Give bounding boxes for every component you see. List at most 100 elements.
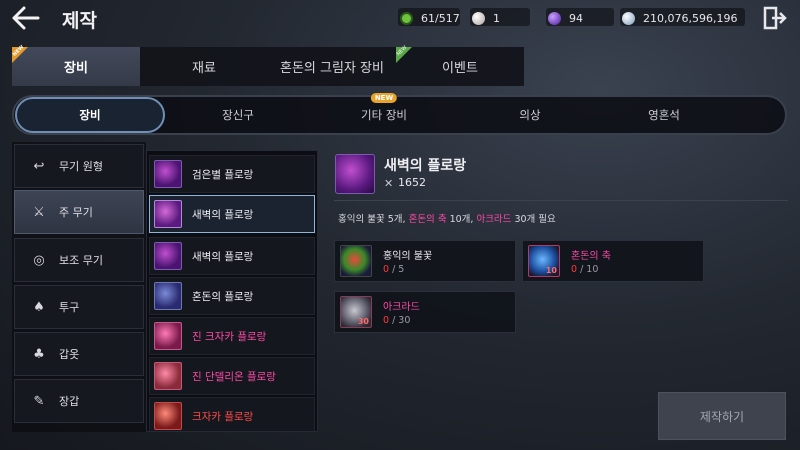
material-slot[interactable]: 30 아크라드 0 / 30	[334, 291, 516, 333]
item-thumbnail	[154, 322, 182, 350]
material-count: 0 / 10	[571, 264, 598, 275]
arrow-left-icon	[12, 6, 40, 30]
material-slot[interactable]: 홍익의 불꽃 0 / 5	[334, 240, 516, 282]
craft-button[interactable]: 제작하기	[658, 392, 786, 440]
material-have: 0	[383, 315, 390, 326]
list-item[interactable]: 혼돈의 플로랑	[149, 277, 315, 315]
fire-material-icon	[340, 245, 372, 277]
subtab-costume[interactable]: 의상	[457, 97, 603, 133]
subtab-label: 의상	[519, 108, 541, 122]
item-list: 검은별 플로랑 새벽의 플로랑 새벽의 플로랑 혼돈의 플로랑 진 크자카 플로…	[146, 150, 318, 432]
requirement-part: 10개,	[446, 214, 477, 225]
requirement-text: 홍익의 불꽃 5개, 혼돈의 축 10개, 아크라드 30개 필요	[338, 211, 556, 225]
currency-value: 210,076,596,196	[643, 11, 738, 25]
list-item[interactable]: 크자카 플로랑	[149, 397, 315, 431]
silver-coin-icon	[622, 11, 635, 25]
list-item[interactable]: 진 단델리온 플로랑	[149, 357, 315, 395]
currency-purple-orb: 94	[548, 9, 583, 27]
material-need: / 5	[392, 264, 405, 275]
back-button[interactable]	[10, 5, 42, 31]
category-label: 투구	[59, 301, 80, 314]
category-weapon-prototype[interactable]: ↩ 무기 원형	[14, 144, 144, 188]
subtab-accessories[interactable]: 장신구	[165, 97, 311, 133]
subtab-label: 장비	[79, 108, 101, 122]
currency-silver: 210,076,596,196	[622, 9, 737, 27]
page-title: 제작	[62, 10, 97, 32]
material-have: 0	[571, 264, 578, 275]
currency-value: 1	[493, 11, 500, 25]
item-thumbnail	[154, 362, 182, 390]
exit-door-icon	[763, 6, 787, 30]
item-thumbnail	[154, 200, 182, 228]
sub-tabs: 장비 장신구 NEW 기타 장비 의상 영혼석	[12, 93, 787, 135]
material-need: / 10	[580, 264, 599, 275]
tab-label: 혼돈의 그림자 장비	[280, 61, 384, 76]
category-sub-weapon[interactable]: ◎ 보조 무기	[14, 238, 144, 282]
item-thumbnail	[154, 282, 182, 310]
material-name: 혼돈의 축	[571, 251, 611, 262]
category-helmet[interactable]: ♠ 투구	[14, 285, 144, 329]
category-label: 주 무기	[59, 206, 93, 219]
return-arrow-icon: ↩	[33, 158, 45, 174]
list-item[interactable]: 새벽의 플로랑	[149, 195, 315, 233]
item-name: 새벽의 플로랑	[192, 208, 254, 221]
material-qty-badge: 30	[357, 317, 369, 326]
currency-green-gem: 61/517	[400, 9, 460, 27]
item-name: 진 단델리온 플로랑	[192, 370, 276, 383]
tab-equipment[interactable]: NEW 장비	[12, 44, 140, 86]
pearl-icon	[472, 11, 485, 25]
subtab-soulstone[interactable]: 영혼석	[603, 97, 725, 133]
top-bar: 제작 61/517 1 94 210,076,596,196	[0, 0, 800, 36]
stone-material-icon: 30	[340, 296, 372, 328]
exit-button[interactable]	[762, 6, 788, 30]
currency-pearl: 1	[472, 9, 500, 27]
glove-icon: ✎	[33, 393, 45, 409]
subtab-label: 장신구	[222, 108, 254, 122]
item-name: 진 크자카 플로랑	[192, 330, 267, 343]
tab-label: 장비	[64, 61, 88, 76]
currency-value: 94	[569, 11, 583, 25]
crossed-swords-icon: ⚔	[33, 204, 45, 220]
category-main-weapon[interactable]: ⚔ 주 무기	[14, 190, 144, 234]
subtab-label: 영혼석	[648, 108, 680, 122]
tab-label: 재료	[192, 61, 216, 76]
tab-event[interactable]: NEW 이벤트	[396, 45, 524, 86]
item-thumbnail	[154, 242, 182, 270]
subtab-other-equipment[interactable]: NEW 기타 장비	[311, 93, 457, 133]
selected-item-name: 새벽의 플로랑	[384, 158, 467, 174]
main-tabs: NEW 장비 재료 혼돈의 그림자 장비 NEW 이벤트	[12, 44, 524, 86]
list-item[interactable]: 검은별 플로랑	[149, 155, 315, 193]
requirement-part: 홍익의 불꽃 5개,	[338, 214, 409, 225]
material-count: 0 / 5	[383, 264, 404, 275]
material-name: 아크라드	[383, 302, 420, 313]
item-name: 크자카 플로랑	[192, 410, 254, 423]
requirement-part: 혼돈의 축	[408, 214, 447, 225]
helmet-icon: ♠	[33, 299, 45, 315]
divider	[334, 200, 788, 201]
material-qty-badge: 10	[545, 266, 557, 275]
item-name: 새벽의 플로랑	[192, 250, 254, 263]
category-gloves[interactable]: ✎ 장갑	[14, 379, 144, 423]
material-slot[interactable]: 10 혼돈의 축 0 / 10	[522, 240, 704, 282]
subtab-label: 기타 장비	[361, 108, 407, 122]
tab-chaos-shadow-equipment[interactable]: 혼돈의 그림자 장비	[268, 47, 396, 86]
material-have: 0	[383, 264, 390, 275]
item-name: 혼돈의 플로랑	[192, 290, 254, 303]
item-thumbnail	[154, 402, 182, 430]
green-gem-icon	[400, 11, 413, 25]
subtab-equipment[interactable]: 장비	[15, 97, 165, 133]
selected-item-icon	[335, 154, 375, 194]
item-thumbnail	[154, 160, 182, 188]
material-count: 0 / 30	[383, 315, 410, 326]
armor-icon: ♣	[33, 346, 45, 362]
material-need: / 30	[392, 315, 411, 326]
requirement-part: 아크라드	[476, 214, 512, 225]
list-item[interactable]: 진 크자카 플로랑	[149, 317, 315, 355]
requirement-part: 30개 필요	[511, 214, 556, 225]
new-badge: NEW	[370, 93, 398, 103]
tab-materials[interactable]: 재료	[140, 47, 268, 86]
category-armor[interactable]: ♣ 갑옷	[14, 332, 144, 376]
list-item[interactable]: 새벽의 플로랑	[149, 237, 315, 275]
category-list: ↩ 무기 원형 ⚔ 주 무기 ◎ 보조 무기 ♠ 투구 ♣ 갑옷 ✎ 장갑	[12, 142, 146, 432]
purple-orb-icon	[548, 11, 561, 25]
